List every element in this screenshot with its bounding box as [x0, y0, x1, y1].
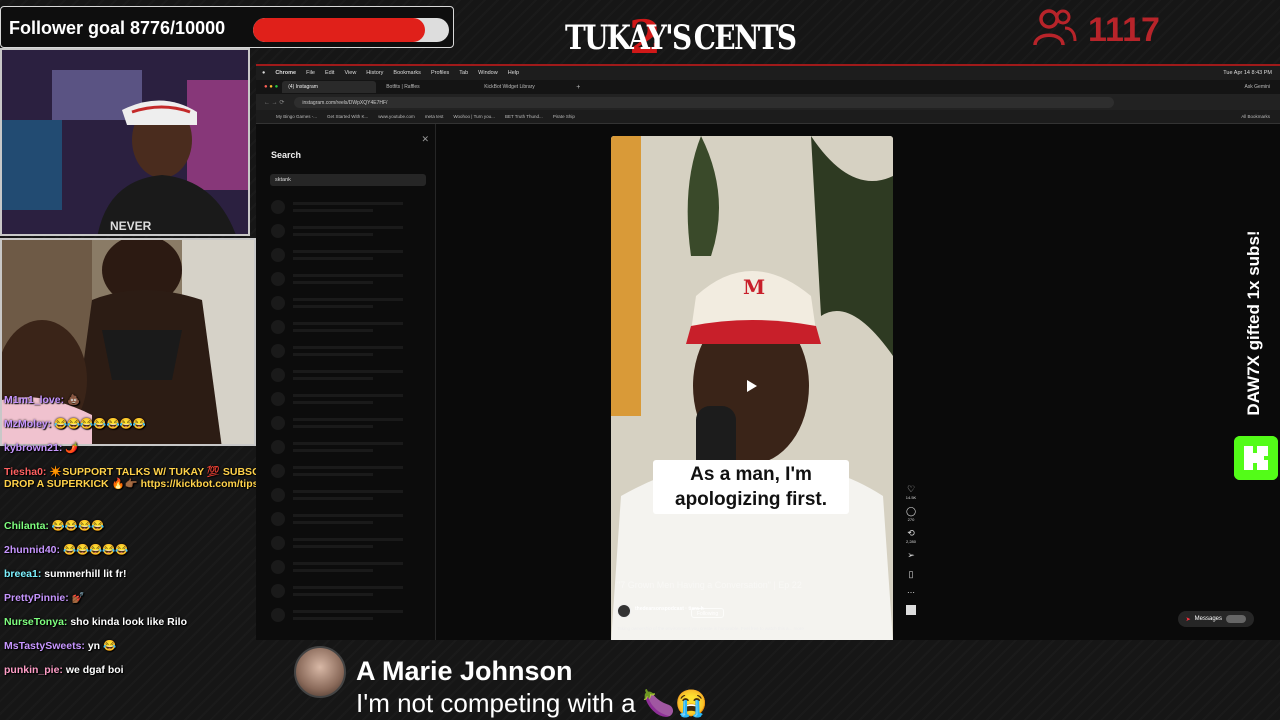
- comment-icon[interactable]: ◯: [903, 506, 919, 517]
- svg-text:NEVER: NEVER: [110, 219, 152, 233]
- follower-goal-label: Follower goal 8776/10000: [9, 18, 226, 38]
- loading-skeleton: [271, 224, 411, 240]
- webcam-guest: [0, 238, 256, 446]
- reel-title: "7 Grown Men Having a Conversation" | Ep…: [617, 580, 802, 590]
- following-button[interactable]: Following: [691, 608, 725, 618]
- follower-goal-fill: [253, 18, 425, 42]
- ask-gemini-button[interactable]: Ask Gemini: [1244, 84, 1270, 90]
- loading-skeleton: [271, 392, 411, 408]
- menu-edit[interactable]: Edit: [325, 70, 334, 76]
- viewer-count: 1117: [1032, 8, 1160, 52]
- repost-count: 2,280: [905, 539, 916, 544]
- bookmark-item[interactable]: meta test: [425, 114, 444, 119]
- bookmark-item[interactable]: www.youtube.com: [378, 114, 415, 119]
- loading-skeleton: [271, 488, 411, 504]
- users-icon: [1032, 8, 1078, 53]
- comment-count: 270: [907, 517, 915, 522]
- reel-description: Taking ownership of the environment you …: [617, 626, 804, 631]
- new-tab-icon[interactable]: +: [576, 84, 580, 91]
- loading-skeleton: [271, 200, 411, 216]
- loading-skeleton: [271, 248, 411, 264]
- url-field[interactable]: instagram.com/reels/DWpXQY4E7HF/: [294, 96, 1115, 108]
- bookmark-item[interactable]: BET Truth Thund...: [505, 114, 543, 119]
- loading-skeleton: [271, 368, 411, 384]
- avatar-stack: [1226, 615, 1246, 623]
- reel-caption: As a man, I'm apologizing first.: [653, 460, 849, 514]
- share-icon[interactable]: ➢: [903, 550, 919, 561]
- menu-chrome[interactable]: Chrome: [275, 70, 296, 76]
- tab-kickbot[interactable]: KickBot Widget Library: [478, 81, 572, 93]
- audio-icon[interactable]: [906, 605, 916, 615]
- messages-label: Messages: [1194, 616, 1222, 622]
- tab-botfits[interactable]: Botfits | Raffles: [380, 81, 474, 93]
- like-icon[interactable]: ♡: [903, 484, 919, 495]
- menu-view[interactable]: View: [344, 70, 356, 76]
- menu-profiles[interactable]: Profiles: [431, 70, 449, 76]
- loading-skeleton: [271, 584, 411, 600]
- loading-skeleton: [271, 440, 411, 456]
- bookmark-item[interactable]: Woohoo | Turn you...: [453, 114, 495, 119]
- instagram-search-panel: Search ✕: [256, 124, 436, 640]
- gifted-sub-text: DAW7X gifted 1x subs!: [1244, 230, 1263, 416]
- avatar: [294, 646, 346, 698]
- menu-tab[interactable]: Tab: [459, 70, 468, 76]
- reel-actions: ♡ 14.5K ◯ 270 ⟲ 2,280 ➢ ▯ ⋯: [903, 484, 919, 615]
- close-icon[interactable]: ✕: [421, 134, 429, 145]
- bookmark-item[interactable]: Get Started With K...: [327, 114, 368, 119]
- loading-skeleton: [271, 512, 411, 528]
- avatar[interactable]: [617, 604, 631, 618]
- loading-skeleton: [271, 560, 411, 576]
- window-controls[interactable]: ● ● ●: [264, 84, 278, 90]
- reel-video[interactable]: M As a man, I'm apologizing first. "7 Gr…: [611, 136, 893, 640]
- menubar-clock[interactable]: Tue Apr 14 8:43 PM: [1223, 70, 1272, 76]
- bookmark-item[interactable]: My Bingo Games -...: [276, 114, 317, 119]
- loading-skeleton: [271, 272, 411, 288]
- bookmarks-bar: My Bingo Games -... Get Started With K..…: [256, 110, 1280, 124]
- menu-help[interactable]: Help: [508, 70, 519, 76]
- superchat-message: I'm not competing with a 🍆😭: [356, 688, 708, 718]
- send-icon: ➤: [1185, 616, 1191, 623]
- gifted-sub-alert: DAW7X gifted 1x subs!: [1234, 200, 1278, 480]
- loading-skeleton: [271, 344, 411, 360]
- tab-strip: ● ● ● (4) Instagram Botfits | Raffles Ki…: [256, 80, 1280, 94]
- superchat-name: A Marie Johnson: [356, 656, 573, 686]
- menu-bookmarks[interactable]: Bookmarks: [393, 70, 421, 76]
- like-count: 14.5K: [905, 495, 917, 500]
- loading-skeleton: [271, 296, 411, 312]
- brand-logo: 2 TUKAY'SCENTS: [565, 10, 797, 64]
- search-input[interactable]: [270, 174, 426, 186]
- brand-logo-text: TUKAY'SCENTS: [565, 18, 797, 58]
- address-bar-row: ← → ⟳ instagram.com/reels/DWpXQY4E7HF/: [256, 94, 1280, 110]
- loading-skeleton: [271, 416, 411, 432]
- viewer-count-value: 1117: [1088, 10, 1160, 49]
- loading-skeleton: [271, 464, 411, 480]
- tab-instagram[interactable]: (4) Instagram: [282, 81, 377, 93]
- menu-history[interactable]: History: [366, 70, 383, 76]
- save-icon[interactable]: ▯: [903, 569, 919, 580]
- svg-text:M: M: [743, 275, 765, 299]
- all-bookmarks[interactable]: All Bookmarks: [1241, 114, 1270, 119]
- back-icon[interactable]: ← → ⟳: [264, 99, 284, 106]
- stream-canvas: Follower goal 8776/10000 2 TUKAY'SCENTS …: [0, 0, 1280, 720]
- loading-skeleton: [271, 320, 411, 336]
- search-panel-title: Search: [271, 150, 302, 160]
- superchat-lower-third: A Marie Johnson I'm not competing with a…: [294, 644, 734, 720]
- bookmark-item[interactable]: Pirate Ship: [553, 114, 575, 119]
- more-icon[interactable]: ⋯: [903, 588, 919, 597]
- repost-icon[interactable]: ⟲: [903, 528, 919, 539]
- follower-goal-widget: Follower goal 8776/10000: [0, 6, 454, 48]
- browser-window: ● Chrome File Edit View History Bookmark…: [256, 64, 1280, 640]
- loading-skeleton: [271, 536, 411, 552]
- menu-window[interactable]: Window: [478, 70, 498, 76]
- loading-skeleton: [271, 608, 411, 624]
- menu-file[interactable]: File: [306, 70, 315, 76]
- webcam-host: NEVER: [0, 48, 250, 236]
- mac-menubar: ● Chrome File Edit View History Bookmark…: [256, 66, 1280, 80]
- follower-goal-progress: [253, 18, 449, 42]
- messages-button[interactable]: ➤ Messages: [1177, 611, 1254, 627]
- apple-icon[interactable]: ●: [262, 70, 265, 76]
- kick-logo-icon: [1234, 436, 1278, 480]
